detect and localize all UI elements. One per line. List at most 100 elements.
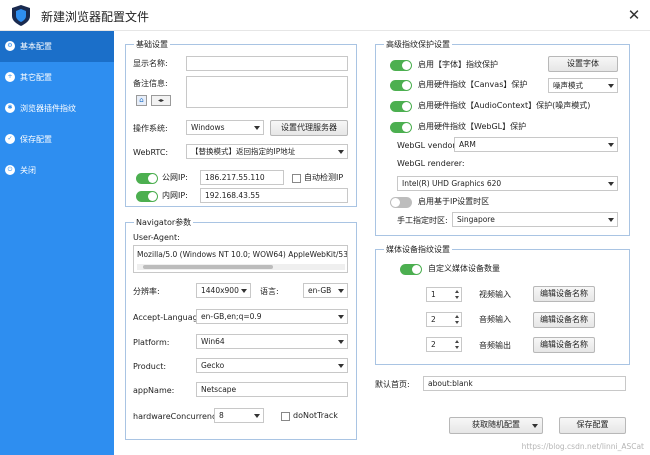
sidebar-item-basic[interactable]: ⚙ 基本配置 <box>0 31 114 62</box>
accept-language-select[interactable]: en-GB,en;q=0.9 <box>196 309 348 324</box>
platform-select[interactable]: Win64 <box>196 334 348 349</box>
edit-audio-out-button[interactable]: 编辑设备名称 <box>533 337 595 353</box>
media-custom-toggle[interactable] <box>400 264 422 275</box>
group-title: Navigator参数 <box>134 217 194 228</box>
homepage-input[interactable]: about:blank <box>423 376 626 391</box>
chevron-down-icon <box>532 424 538 428</box>
random-config-label: 获取随机配置 <box>472 420 520 429</box>
platform-select-value: Win64 <box>201 337 225 346</box>
audio-label: 启用硬件指纹【AudioContext】保护(噪声模式) <box>418 101 591 110</box>
gear-icon: ⚙ <box>5 41 15 51</box>
audio-in-value: 2 <box>431 315 436 324</box>
lan-ip-input[interactable]: 192.168.43.55 <box>200 188 348 203</box>
appname-input[interactable]: Netscape <box>196 382 348 397</box>
sidebar-item-label: 关闭 <box>20 166 36 175</box>
sidebar: ⚙ 基本配置 + 其它配置 ✱ 浏览器插件指纹 ✓ 保存配置 ⏻ 关闭 <box>0 31 114 455</box>
manual-tz-select[interactable]: Singapore <box>452 212 618 227</box>
remark-textarea[interactable] <box>186 76 348 108</box>
home-icon[interactable]: ⌂ <box>136 95 147 106</box>
chevron-down-icon <box>254 414 260 418</box>
sidebar-item-close[interactable]: ⏻ 关闭 <box>0 155 114 186</box>
webgl-toggle[interactable] <box>390 122 412 133</box>
font-toggle[interactable] <box>390 60 412 71</box>
webrtc-label: WebRTC: <box>133 148 169 157</box>
resolution-label: 分辨率: <box>133 287 160 296</box>
font-button[interactable]: 设置字体 <box>548 56 618 72</box>
product-select[interactable]: Gecko <box>196 358 348 373</box>
random-config-button[interactable]: 获取随机配置 <box>449 417 543 434</box>
language-select-value: en-GB <box>308 286 332 295</box>
public-ip-input[interactable]: 186.217.55.110 <box>200 170 284 185</box>
up-arrow-icon[interactable] <box>455 315 459 318</box>
group-title: 基础设置 <box>134 39 170 50</box>
proxy-button[interactable]: 设置代理服务器 <box>270 120 348 136</box>
video-in-label: 视频输入 <box>479 290 511 299</box>
hw-select-value: 8 <box>219 411 224 420</box>
canvas-mode-select[interactable]: 噪声模式 <box>548 78 618 93</box>
name-input[interactable] <box>186 56 348 71</box>
edit-audio-in-button[interactable]: 编辑设备名称 <box>533 312 595 328</box>
appname-label: appName: <box>133 386 175 395</box>
edit-video-in-button[interactable]: 编辑设备名称 <box>533 286 595 302</box>
ua-value: Mozilla/5.0 (Windows NT 10.0; WOW64) App… <box>137 250 348 259</box>
language-select[interactable]: en-GB <box>303 283 348 298</box>
down-arrow-icon[interactable] <box>455 296 459 299</box>
webrtc-select-value: 【替换模式】返回指定的IP地址 <box>191 147 296 156</box>
resolution-select[interactable]: 1440x900 <box>196 283 251 298</box>
vendor-select[interactable]: ARM <box>454 137 618 152</box>
public-ip-label: 公网IP: <box>162 173 188 182</box>
ua-scrollbar[interactable] <box>137 264 345 270</box>
sidebar-item-label: 基本配置 <box>20 42 52 51</box>
sidebar-item-label: 浏览器插件指纹 <box>20 104 76 113</box>
webrtc-select[interactable]: 【替换模式】返回指定的IP地址 <box>186 144 348 159</box>
group-title: 高级指纹保护设置 <box>384 39 452 50</box>
os-select[interactable]: Windows <box>186 120 264 135</box>
audio-toggle[interactable] <box>390 101 412 112</box>
canvas-toggle[interactable] <box>390 80 412 91</box>
puzzle-icon: ✱ <box>5 103 15 113</box>
up-arrow-icon[interactable] <box>455 290 459 293</box>
power-icon: ⏻ <box>5 165 15 175</box>
lan-ip-toggle[interactable] <box>136 191 158 202</box>
ip-timezone-label: 启用基于IP设置时区 <box>418 197 490 206</box>
audio-out-stepper[interactable]: 2 <box>426 337 462 352</box>
sidebar-item-other[interactable]: + 其它配置 <box>0 62 114 93</box>
down-arrow-icon[interactable] <box>455 321 459 324</box>
sidebar-item-label: 其它配置 <box>20 73 52 82</box>
window-title: 新建浏览器配置文件 <box>41 10 150 24</box>
up-arrow-icon[interactable] <box>455 340 459 343</box>
dnt-checkbox[interactable] <box>281 412 290 421</box>
webgl-label: 启用硬件指纹【WebGL】保护 <box>418 122 527 131</box>
auto-detect-checkbox[interactable] <box>292 174 301 183</box>
close-icon[interactable]: ✕ <box>624 5 644 25</box>
hw-select[interactable]: 8 <box>214 408 264 423</box>
down-arrow-icon[interactable] <box>455 346 459 349</box>
sidebar-item-plugins[interactable]: ✱ 浏览器插件指纹 <box>0 93 114 124</box>
audio-in-stepper[interactable]: 2 <box>426 312 462 327</box>
arrow-nav-icon[interactable]: ◂▸ <box>151 95 171 106</box>
media-custom-label: 自定义媒体设备数量 <box>428 264 500 273</box>
canvas-label: 启用硬件指纹【Canvas】保护 <box>418 80 528 89</box>
chevron-down-icon <box>338 315 344 319</box>
resolution-select-value: 1440x900 <box>201 286 239 295</box>
auto-detect-label: 自动检测IP <box>304 173 344 182</box>
sidebar-item-label: 保存配置 <box>20 135 52 144</box>
product-label: Product: <box>133 362 167 371</box>
sidebar-item-save[interactable]: ✓ 保存配置 <box>0 124 114 155</box>
title-bar: 新建浏览器配置文件 ✕ <box>0 0 650 31</box>
renderer-select[interactable]: Intel(R) UHD Graphics 620 <box>397 176 618 191</box>
watermark: https://blog.csdn.net/linni_ASCat <box>521 442 644 451</box>
ua-scrollbar-thumb[interactable] <box>143 265 273 269</box>
chevron-down-icon <box>608 182 614 186</box>
ua-textbox[interactable]: Mozilla/5.0 (Windows NT 10.0; WOW64) App… <box>133 245 348 273</box>
canvas-mode-value: 噪声模式 <box>553 81 583 90</box>
os-select-value: Windows <box>191 123 225 132</box>
save-config-button[interactable]: 保存配置 <box>559 417 626 434</box>
public-ip-toggle[interactable] <box>136 173 158 184</box>
ip-timezone-toggle[interactable] <box>390 197 412 208</box>
chevron-down-icon <box>608 84 614 88</box>
product-select-value: Gecko <box>201 361 225 370</box>
homepage-label: 默认首页: <box>375 380 410 389</box>
manual-tz-value: Singapore <box>457 215 495 224</box>
video-in-stepper[interactable]: 1 <box>426 287 462 302</box>
